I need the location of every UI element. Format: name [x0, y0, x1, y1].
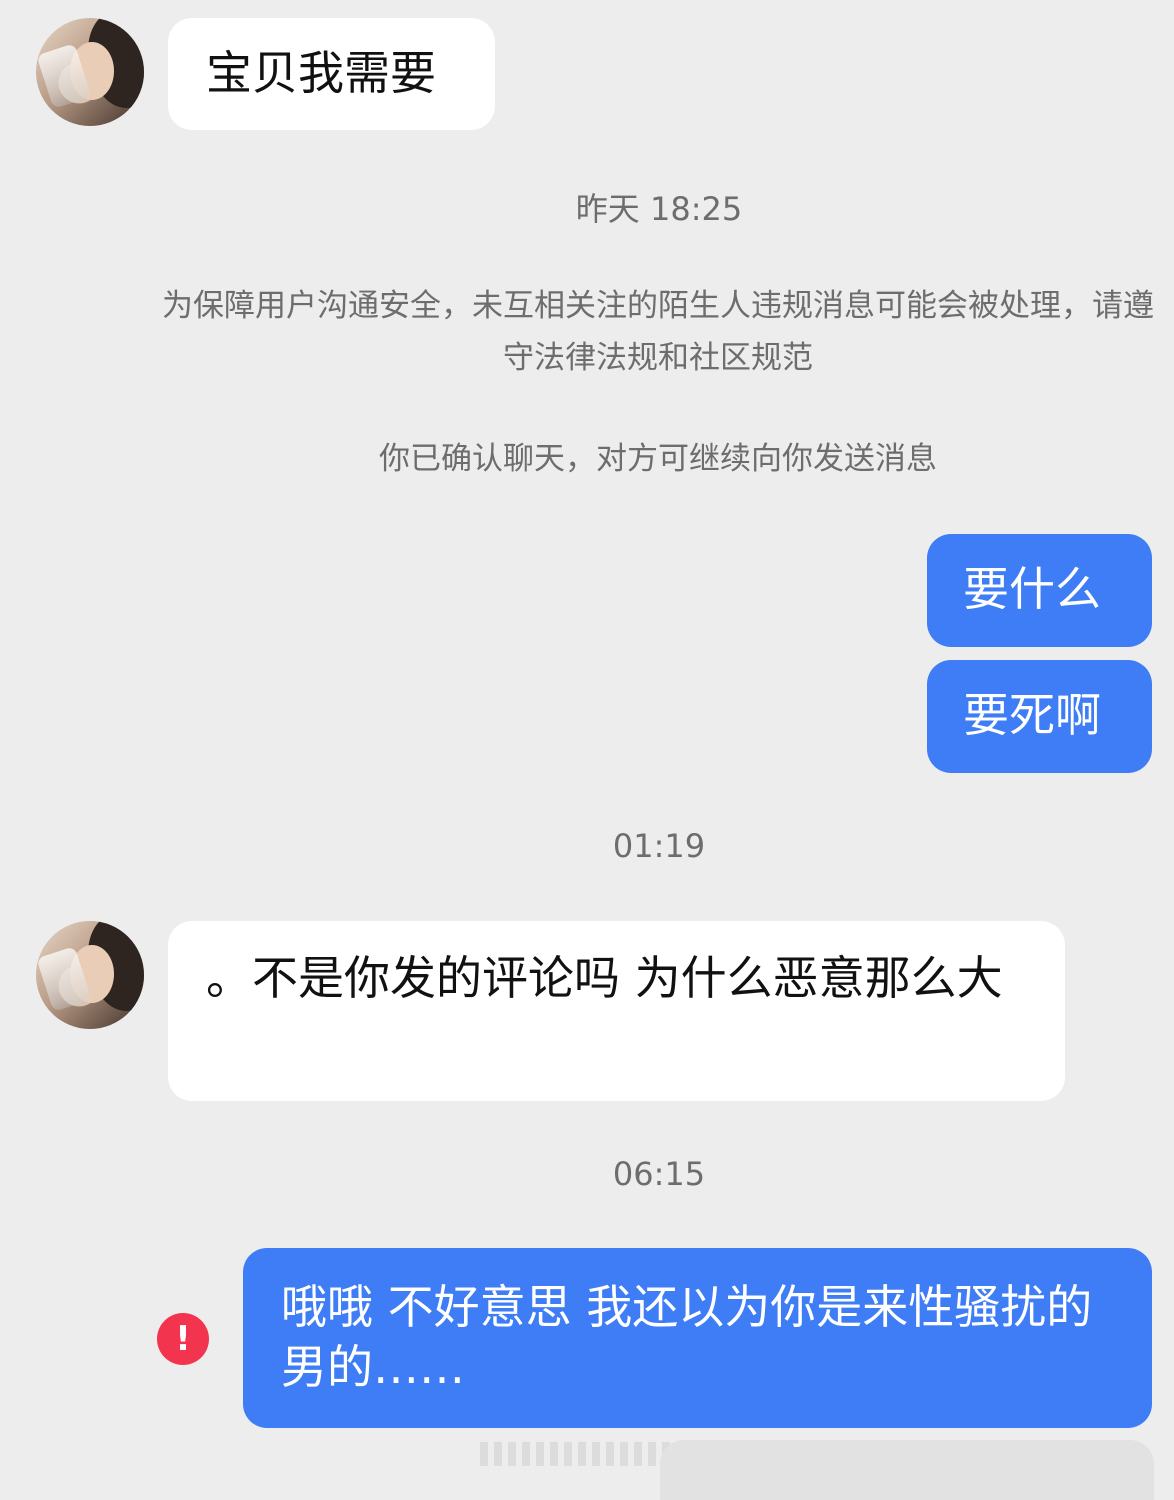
timestamp: 昨天 18:25 [575, 190, 743, 228]
message-bubble-outgoing[interactable]: 哦哦 不好意思 我还以为你是来性骚扰的男的…… [243, 1248, 1152, 1428]
message-bubble-outgoing[interactable]: 要死啊 [927, 660, 1152, 773]
avatar[interactable] [36, 18, 144, 126]
message-text: 要死啊 [963, 688, 1101, 742]
send-failed-icon[interactable]: ! [157, 1313, 209, 1365]
message-text: 宝贝我需要 [206, 46, 436, 100]
message-bubble-outgoing[interactable]: 要什么 [927, 534, 1152, 647]
message-bubble-incoming[interactable]: 宝贝我需要 [168, 18, 495, 130]
timestamp: 01:19 [612, 827, 706, 865]
message-text: 要什么 [963, 562, 1101, 616]
partial-message-bubble [660, 1440, 1154, 1500]
message-bubble-incoming[interactable]: 。不是你发的评论吗 为什么恶意那么大 [168, 921, 1065, 1101]
message-text: 。不是你发的评论吗 为什么恶意那么大 [206, 951, 1003, 1005]
blurred-row [480, 1442, 680, 1466]
timestamp: 06:15 [612, 1155, 706, 1193]
system-notice-security: 为保障用户沟通安全，未互相关注的陌生人违规消息可能会被处理，请遵守法律法规和社区… [162, 288, 1154, 376]
system-notice-confirmed: 你已确认聊天，对方可继续向你发送消息 [379, 441, 937, 477]
avatar[interactable] [36, 921, 144, 1029]
message-text: 哦哦 不好意思 我还以为你是来性骚扰的男的…… [281, 1280, 1093, 1394]
